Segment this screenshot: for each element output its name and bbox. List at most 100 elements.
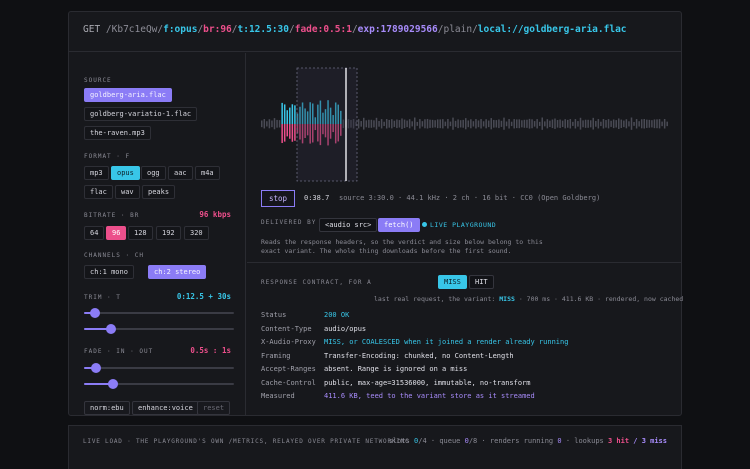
waveform-bar [383, 121, 385, 124]
renders-value: 0 [557, 437, 562, 445]
header-key: Cache-Control [261, 379, 316, 387]
bitrate-readout: 96 kbps [199, 210, 231, 219]
waveform-bar [452, 117, 454, 124]
waveform-bar [653, 124, 656, 129]
bitrate-option[interactable]: 96 [106, 226, 127, 240]
slider-knob[interactable] [89, 308, 100, 318]
source-option[interactable]: the-raven.mp3 [84, 126, 151, 140]
trim-start-slider[interactable] [84, 308, 234, 318]
fade-out-slider[interactable] [84, 379, 234, 389]
waveform-bar [505, 124, 508, 127]
waveform-bar [439, 119, 441, 124]
waveform-bar [521, 124, 523, 128]
hit-toggle[interactable]: HIT [469, 275, 494, 289]
waveform-bar [283, 104, 286, 124]
waveform-bar [442, 119, 444, 124]
header-key: X-Audio-Proxy [261, 338, 316, 346]
fade-in-slider[interactable] [84, 363, 234, 373]
bitrate-option[interactable]: 192 [156, 226, 181, 240]
waveform-bar [648, 124, 651, 128]
channel-option[interactable]: ch:2 stereo [148, 265, 207, 279]
format-option[interactable]: opus [111, 166, 140, 180]
slider-track [84, 367, 234, 369]
format-option[interactable]: peaks [142, 185, 176, 199]
waveform-bar [278, 124, 281, 128]
bitrate-option[interactable]: 128 [128, 226, 153, 240]
source-option[interactable]: goldberg-aria.flac [84, 88, 172, 102]
format-label: FORMAT · F [84, 153, 131, 160]
waveform-bar [401, 118, 403, 124]
source-meta: source 3:30.0 · 44.1 kHz · 2 ch · 16 bit… [339, 194, 601, 202]
waveform-bar [373, 124, 375, 128]
fetch-toggle[interactable]: fetch() [378, 218, 420, 232]
stop-button[interactable]: stop [261, 190, 295, 207]
miss-toggle[interactable]: MISS [438, 275, 467, 289]
waveform-bar [495, 120, 498, 124]
waveform-bar [447, 124, 449, 129]
waveform-bar [480, 119, 482, 124]
waveform-bar [436, 119, 439, 124]
waveform[interactable] [259, 53, 669, 193]
slider-knob[interactable] [106, 324, 116, 334]
waveform-bar [370, 119, 373, 124]
enhance-voice-button[interactable]: enhance:voice [132, 401, 199, 415]
waveform-bar [472, 121, 475, 124]
waveform-bar [630, 117, 633, 124]
waveform-bar [554, 118, 556, 124]
waveform-bar [401, 124, 403, 129]
format-option[interactable]: mp3 [84, 166, 109, 180]
trim-length-slider[interactable] [84, 324, 234, 334]
waveform-bar [546, 119, 549, 124]
waveform-bar [439, 124, 441, 129]
waveform-bar [584, 124, 587, 128]
waveform-bar [398, 120, 401, 124]
format-option[interactable]: ogg [141, 166, 166, 180]
waveform-bar [597, 119, 600, 124]
waveform-bar [434, 120, 436, 124]
waveform-bar [630, 124, 633, 130]
audio-src-toggle[interactable]: <audio src> [319, 218, 378, 232]
lookup-sep: / [633, 437, 638, 445]
renders-label: · renders running [481, 437, 554, 445]
waveform-bar [646, 124, 648, 128]
waveform-bar [467, 124, 470, 128]
format-option[interactable]: aac [168, 166, 193, 180]
channel-option[interactable]: ch:1 mono [84, 265, 134, 279]
waveform-bar [424, 119, 426, 124]
waveform-bar [544, 124, 546, 127]
waveform-bar [638, 121, 640, 124]
bitrate-option[interactable]: 64 [84, 226, 105, 240]
slider-track [84, 312, 234, 314]
waveform-bar [521, 120, 523, 124]
waveform-bar [360, 124, 362, 127]
bitrate-option[interactable]: 320 [184, 226, 209, 240]
waveform-bar [648, 119, 651, 124]
slider-knob[interactable] [91, 363, 101, 373]
norm-ebu-button[interactable]: norm:ebu [84, 401, 130, 415]
waveform-bar [597, 124, 600, 129]
url-expiry: exp:1789029566 [357, 24, 438, 35]
format-option[interactable]: m4a [195, 166, 220, 180]
waveform-bar [666, 124, 668, 127]
source-option[interactable]: goldberg-variatio-1.flac [84, 107, 198, 121]
waveform-bar [628, 121, 630, 124]
reset-button[interactable]: reset [197, 401, 231, 415]
format-option[interactable]: flac [84, 185, 113, 199]
waveform-bar [518, 119, 521, 124]
last-request-prefix: last real request, the variant: [374, 295, 496, 303]
waveform-bar [536, 119, 538, 124]
slider-knob[interactable] [107, 379, 118, 389]
waveform-bar [574, 124, 577, 129]
waveform-bar [589, 120, 592, 124]
waveform-bar [561, 120, 564, 124]
waveform-bar [485, 124, 487, 129]
waveform-bar [419, 119, 421, 124]
format-option[interactable]: wav [115, 185, 140, 199]
waveform-bar [658, 119, 661, 124]
waveform-bar [625, 124, 628, 129]
url-trim: t:12.5:30 [237, 24, 289, 35]
waveform-bar [408, 124, 411, 129]
waveform-bar [452, 124, 454, 130]
waveform-bar [666, 121, 668, 124]
waveform-bar [424, 124, 426, 129]
